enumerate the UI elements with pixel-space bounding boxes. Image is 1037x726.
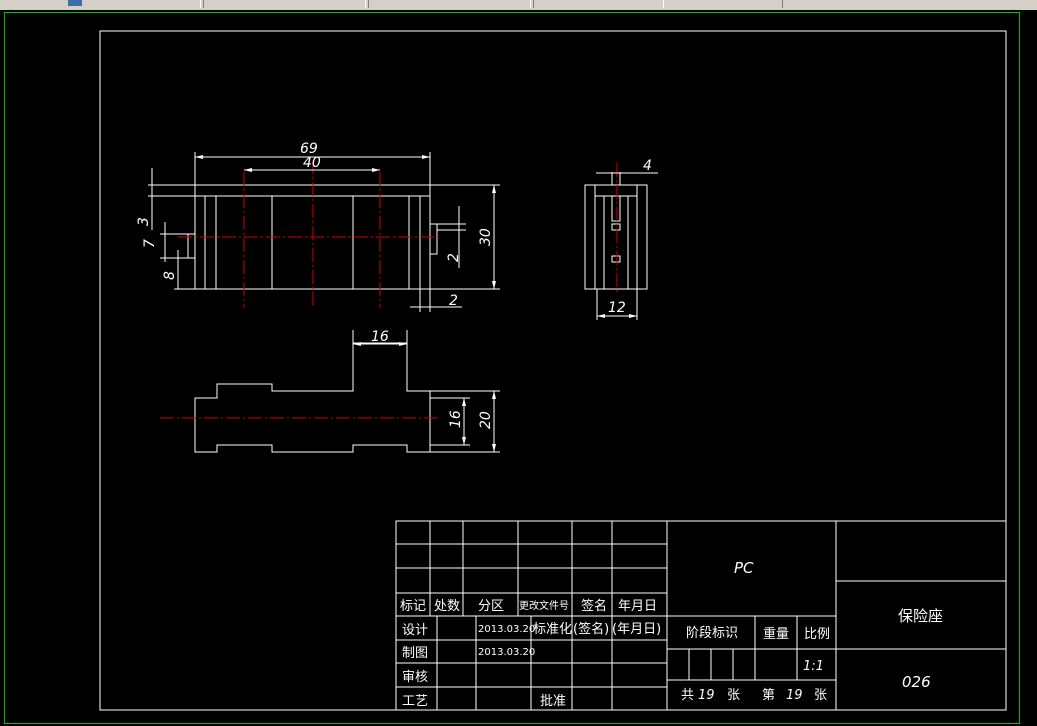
tb-approve: 批准	[540, 694, 566, 709]
tb-date: 年月日	[618, 599, 657, 614]
tb-total-prefix: 共	[681, 688, 694, 703]
dim-4: 4	[643, 158, 652, 174]
tb-design: 设计	[402, 623, 428, 638]
tb-mark: 标记	[400, 599, 426, 614]
tb-scale-label: 比例	[804, 627, 830, 642]
tb-date-paren: (年月日)	[612, 622, 661, 637]
dim-12: 12	[608, 300, 626, 316]
tb-total: 19	[698, 688, 715, 703]
tb-scale-value: 1:1	[803, 659, 824, 674]
cad-drawing: 69 40 30 3 7 8 2 2 4 12 16 16 20 标记 处数 分…	[99, 30, 1007, 711]
right-wall-section	[419, 195, 431, 290]
tb-standardize: 标准化	[533, 622, 572, 637]
dim-2-right: 2	[446, 253, 462, 262]
tb-weight: 重量	[763, 626, 789, 642]
tb-change-doc: 更改文件号	[519, 599, 569, 612]
tb-stage-mark: 阶段标识	[686, 626, 738, 641]
dim-16-side: 16	[448, 410, 464, 428]
tb-sheet-no: 19	[786, 688, 803, 703]
tb-total-suffix: 张	[727, 688, 740, 703]
tb-design-date: 2013.03.20	[478, 624, 535, 635]
dim-40: 40	[303, 155, 321, 171]
tb-draft-date: 2013.03.20	[478, 647, 535, 658]
front-view: 69 40 30 3 7 8 2 2	[136, 141, 500, 312]
tb-part-name: 保险座	[898, 607, 943, 625]
top-view: 16 16 20	[160, 329, 500, 453]
tb-draft: 制图	[402, 646, 428, 661]
tb-drawing-number: 026	[902, 673, 931, 691]
tb-review: 审核	[402, 670, 428, 685]
left-wall-section	[194, 195, 206, 290]
dim-16-top: 16	[371, 329, 389, 345]
title-block: 标记 处数 分区 更改文件号 签名 年月日 设计 制图 审核 工艺 批准 201…	[395, 520, 1007, 711]
dim-20: 20	[478, 411, 494, 429]
dim-30: 30	[478, 228, 494, 246]
tb-signature: 签名	[581, 598, 607, 614]
dim-8: 8	[162, 271, 178, 280]
tb-count: 处数	[434, 599, 460, 614]
dim-2-bottom: 2	[449, 293, 458, 309]
tb-zone: 分区	[478, 599, 504, 614]
tb-sheet-suffix: 张	[814, 688, 827, 703]
tb-sign-paren: (签名)	[573, 621, 609, 637]
tb-sheet-prefix: 第	[762, 688, 775, 703]
tb-process: 工艺	[402, 694, 428, 709]
side-view: 4 12	[584, 158, 658, 320]
dim-3: 3	[136, 217, 152, 226]
tb-material: PC	[734, 559, 754, 577]
dim-7: 7	[142, 239, 158, 248]
